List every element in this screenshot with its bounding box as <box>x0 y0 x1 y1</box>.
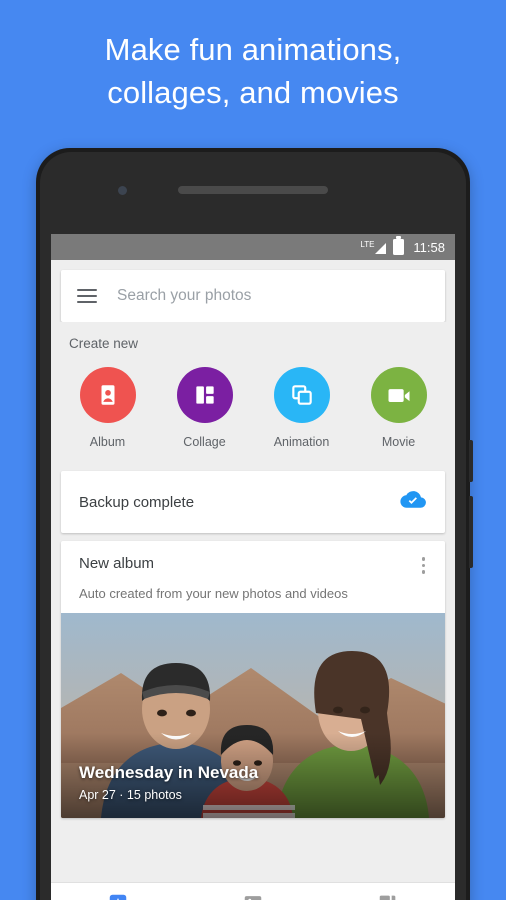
album-photo-meta: Apr 27 · 15 photos <box>79 787 182 802</box>
create-movie-label: Movie <box>381 435 416 449</box>
search-bar[interactable] <box>61 270 445 322</box>
backup-status-card[interactable]: Backup complete <box>61 471 445 533</box>
album-photo-caption: Wednesday in Nevada Apr 27 · 15 photos <box>79 763 258 802</box>
create-animation-label: Animation <box>273 435 330 449</box>
more-vertical-icon[interactable] <box>418 555 430 576</box>
cloud-done-icon <box>399 489 427 516</box>
phone-speaker <box>178 186 328 194</box>
create-new-shortcuts: Album Collage Animation Movie <box>51 367 455 449</box>
battery-full-icon <box>393 236 405 255</box>
create-collage-label: Collage <box>183 435 226 449</box>
device-viewport: LTE 11:58 Create new <box>51 234 455 900</box>
photos-icon <box>244 895 262 900</box>
create-movie-button[interactable]: Movie <box>357 367 441 449</box>
signal-bars-icon: LTE <box>360 239 387 254</box>
album-icon <box>79 367 136 423</box>
search-input[interactable] <box>117 287 429 305</box>
headline-line-2: collages, and movies <box>107 75 399 110</box>
albums-icon <box>379 895 396 900</box>
new-album-card[interactable]: New album Auto created from your new pho… <box>61 541 445 818</box>
create-animation-button[interactable]: Animation <box>260 367 344 449</box>
status-bar-clock: 11:58 <box>413 239 445 255</box>
create-new-section: Create new Album Collage Animation Movie <box>51 322 455 463</box>
new-album-title: New album <box>79 555 155 572</box>
phone-power-button <box>469 440 473 482</box>
phone-mockup: LTE 11:58 Create new <box>36 148 473 900</box>
new-album-subtitle: Auto created from your new photos and vi… <box>79 585 348 601</box>
signal-triangle <box>375 242 387 254</box>
hamburger-menu-icon[interactable] <box>77 289 97 303</box>
album-photo[interactable]: Wednesday in Nevada Apr 27 · 15 photos <box>61 612 445 818</box>
movie-icon <box>370 367 427 423</box>
phone-camera-icon <box>118 186 127 195</box>
assistant-icon <box>110 894 127 900</box>
status-bar-icons: LTE 11:58 <box>360 236 445 255</box>
new-album-header: New album <box>61 555 445 576</box>
status-bar: LTE 11:58 <box>51 234 455 260</box>
promo-screen: Make fun animations, collages, and movie… <box>0 0 506 900</box>
nav-item-photos[interactable]: Photos <box>186 892 321 900</box>
network-type-label: LTE <box>360 239 375 249</box>
create-album-button[interactable]: Album <box>66 367 150 449</box>
nav-item-albums[interactable]: Albums <box>320 892 455 900</box>
create-new-label: Create new <box>69 336 139 351</box>
create-album-label: Album <box>89 435 126 449</box>
promo-headline: Make fun animations, collages, and movie… <box>0 28 506 114</box>
animation-icon <box>273 367 330 423</box>
backup-status-text: Backup complete <box>79 493 195 511</box>
collage-icon <box>176 367 233 423</box>
phone-volume-button <box>469 496 473 568</box>
headline-line-1: Make fun animations, <box>104 32 402 67</box>
nav-item-assistant[interactable]: Assistant <box>51 892 186 900</box>
album-photo-title: Wednesday in Nevada <box>79 762 259 782</box>
bottom-navigation: Assistant Photos Albums <box>51 882 455 900</box>
create-collage-button[interactable]: Collage <box>163 367 247 449</box>
